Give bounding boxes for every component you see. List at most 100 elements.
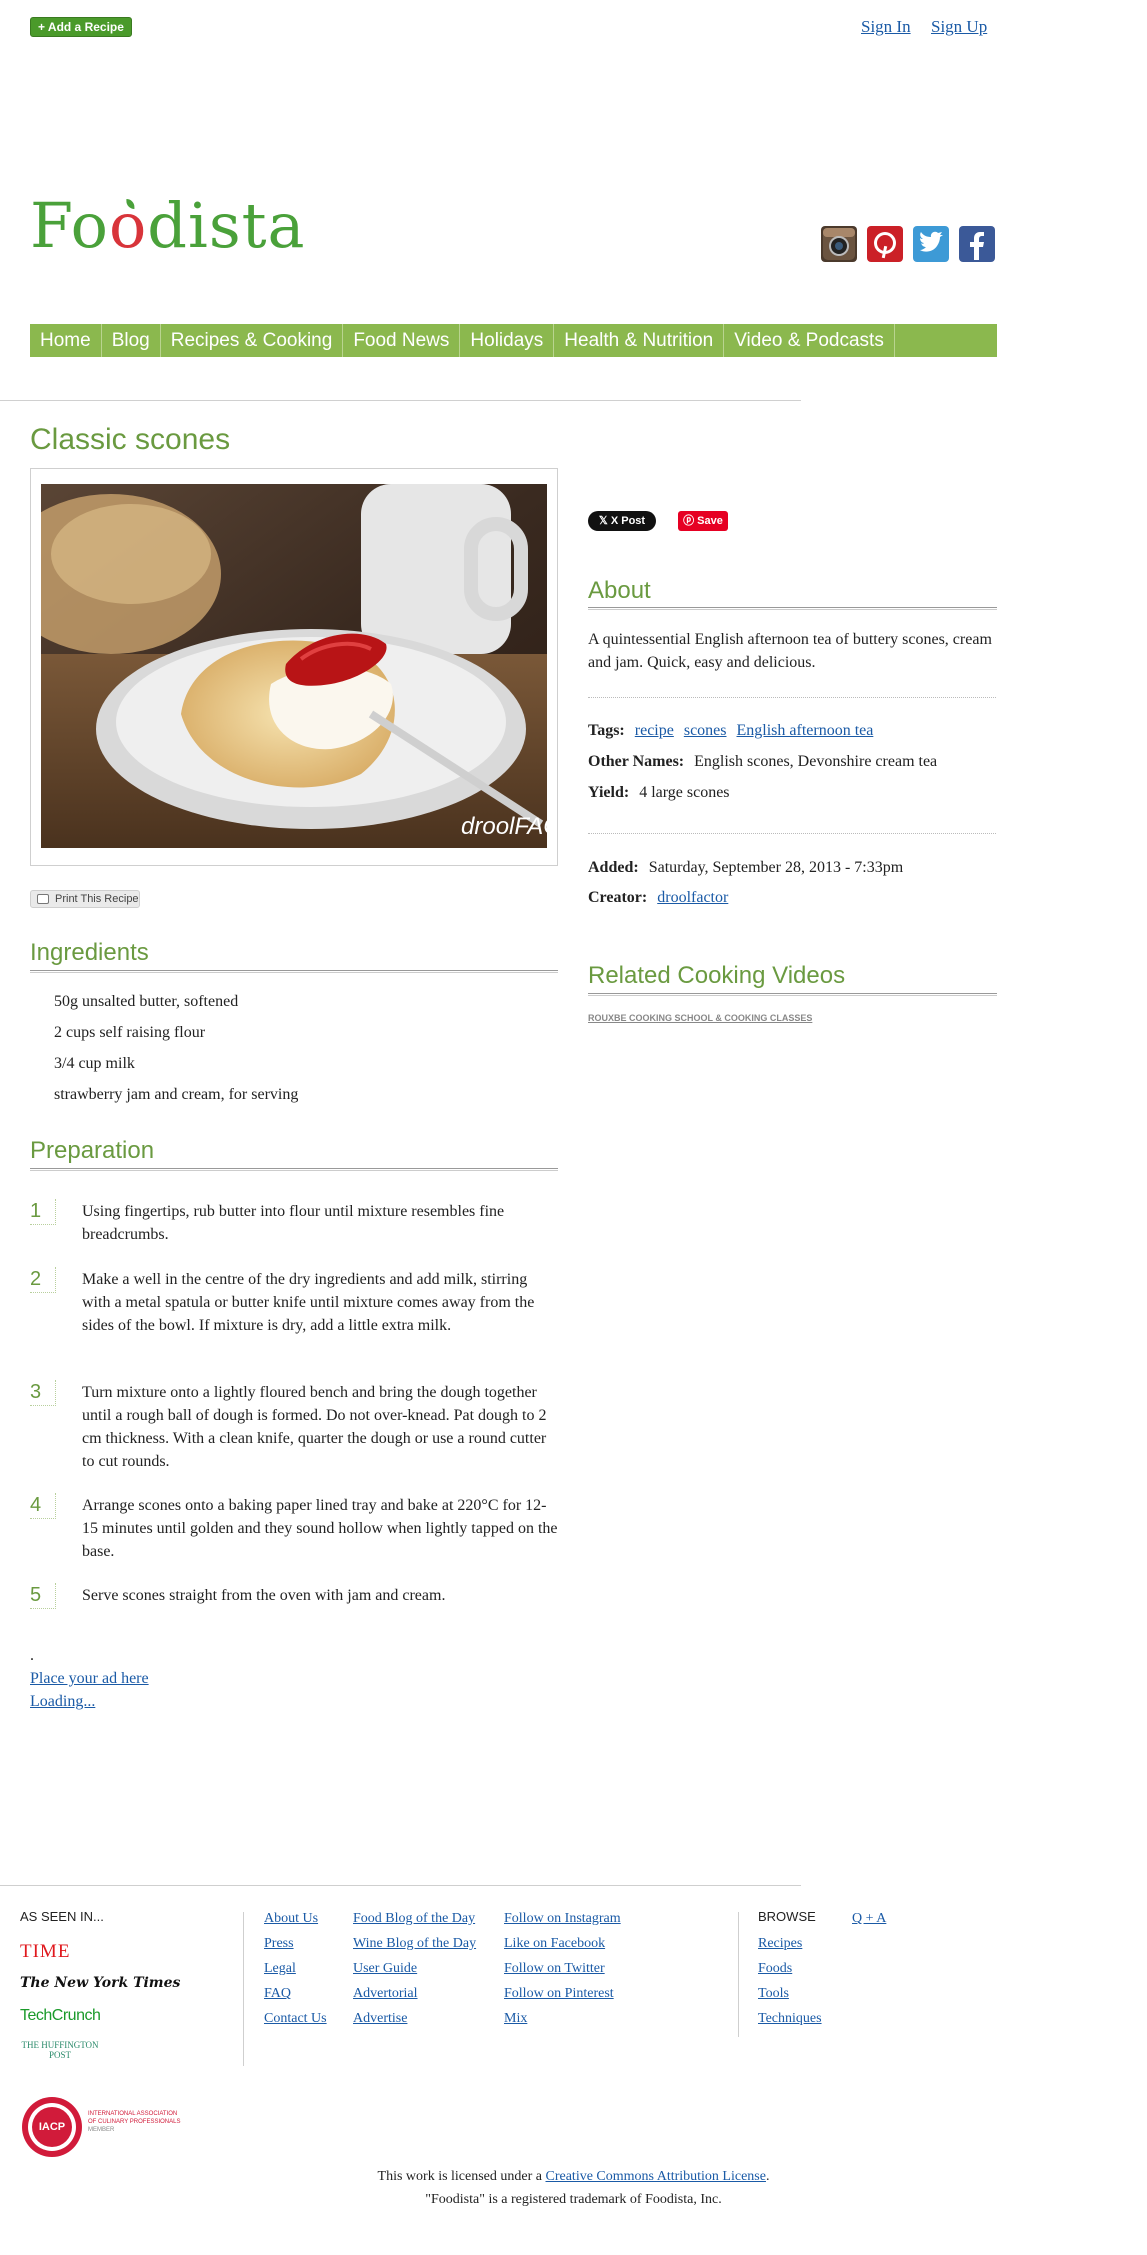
sign-up-link[interactable]: Sign Up [931,17,987,37]
ingredients-rule [30,970,558,973]
footer-link-about-us[interactable]: About Us [264,1911,318,1927]
footer-link-pinterest[interactable]: Follow on Pinterest [504,1986,614,2002]
nyt-logo: The New York Times [20,1975,181,1991]
time-logo: TIME [20,1941,71,1962]
related-videos-heading: Related Cooking Videos [588,962,846,989]
ingredient-item: 2 cups self raising flour [54,1024,206,1041]
logo-text-start: Fo [30,189,109,262]
footer-link-legal[interactable]: Legal [264,1961,296,1977]
browse-link-techniques[interactable]: Techniques [758,2011,822,2027]
footer-link-food-blog[interactable]: Food Blog of the Day [353,1911,475,1927]
yield-value: 4 large scones [639,784,730,801]
pinterest-icon[interactable] [867,226,903,262]
recipe-photo-frame: droolFACT [30,468,558,866]
step-text: Turn mixture onto a lightly floured benc… [82,1384,547,1470]
footer-separator-left [243,1912,244,2066]
recipe-title: Classic scones [30,423,231,456]
footer-link-faq[interactable]: FAQ [264,1986,291,2002]
yield-label: Yield: [588,784,630,801]
step-text: Using fingertips, rub butter into flour … [82,1203,505,1243]
tag-english-afternoon-tea[interactable]: English afternoon tea [737,722,874,739]
footer-link-facebook[interactable]: Like on Facebook [504,1936,605,1952]
as-seen-in-label: AS SEEN IN... [20,1909,104,1924]
nav-health-nutrition[interactable]: Health & Nutrition [554,324,725,357]
nav-video-podcasts[interactable]: Video & Podcasts [724,324,895,357]
techcrunch-logo: TechCrunch [20,2007,101,2024]
step-text: Serve scones straight from the oven with… [82,1587,446,1604]
tags-row: Tags: recipe scones English afternoon te… [588,722,873,740]
print-recipe-button[interactable]: Print This Recipe [30,890,140,908]
creator-link[interactable]: droolfactor [657,889,728,906]
logo-apple-o: o [108,189,148,262]
yield-row: Yield: 4 large scones [588,784,730,802]
step-number: 3 [30,1380,56,1406]
twitter-icon[interactable] [913,226,949,262]
footer-link-qa[interactable]: Q + A [852,1911,886,1927]
footer-link-twitter[interactable]: Follow on Twitter [504,1961,605,1977]
add-recipe-button[interactable]: + Add a Recipe [30,17,132,37]
logo-text-end: dista [147,189,306,262]
nav-blog[interactable]: Blog [102,324,161,357]
pin-icon: ⓟ [683,515,695,527]
browse-link-recipes[interactable]: Recipes [758,1936,802,1952]
iacp-badge[interactable]: IACP [22,2097,82,2157]
footer-link-instagram[interactable]: Follow on Instagram [504,1911,621,1927]
instagram-icon[interactable] [821,226,857,262]
browse-link-tools[interactable]: Tools [758,1986,789,2002]
ad-dot: . [30,1647,34,1664]
header-divider [0,400,801,401]
tag-recipe[interactable]: recipe [635,722,674,739]
nav-recipes-cooking[interactable]: Recipes & Cooking [161,324,344,357]
footer-link-user-guide[interactable]: User Guide [353,1961,417,1977]
nav-holidays[interactable]: Holidays [460,324,555,357]
ingredient-item: 3/4 cup milk [54,1055,135,1072]
step-number: 1 [30,1199,56,1225]
creator-row: Creator: droolfactor [588,889,728,907]
place-ad-link[interactable]: Place your ad here [30,1670,149,1688]
footer-link-mix[interactable]: Mix [504,2011,527,2027]
license-link[interactable]: Creative Commons Attribution License [546,2169,766,2184]
footer-divider [0,1885,801,1886]
about-text: A quintessential English afternoon tea o… [588,631,992,671]
x-icon: 𝕏 [598,515,608,527]
sign-in-link[interactable]: Sign In [861,17,911,37]
footer-link-wine-blog[interactable]: Wine Blog of the Day [353,1936,476,1952]
huffington-post-logo: THE HUFFINGTON POST [21,2040,99,2060]
ingredients-heading: Ingredients [30,939,149,966]
footer-link-contact-us[interactable]: Contact Us [264,2011,327,2027]
x-post-button[interactable]: 𝕏 X Post [588,511,656,531]
facebook-icon[interactable] [959,226,995,262]
step-text: Make a well in the centre of the dry ing… [82,1271,535,1334]
footer-link-press[interactable]: Press [264,1936,294,1952]
recipe-photo[interactable]: droolFACT [41,484,547,848]
iacp-label: IACP [32,2107,72,2147]
preparation-heading: Preparation [30,1137,155,1164]
browse-label: BROWSE [758,1909,816,1924]
nav-home[interactable]: Home [30,324,102,357]
nav-food-news[interactable]: Food News [343,324,461,357]
step-text: Arrange scones onto a baking paper lined… [82,1497,558,1560]
added-row: Added: Saturday, September 28, 2013 - 7:… [588,859,903,877]
other-names-row: Other Names: English scones, Devonshire … [588,753,937,771]
step-number: 2 [30,1267,56,1293]
loading-link[interactable]: Loading... [30,1693,95,1711]
creator-label: Creator: [588,889,648,906]
main-nav: Home Blog Recipes & Cooking Food News Ho… [30,324,997,357]
about-rule [588,607,997,610]
tag-scones[interactable]: scones [684,722,727,739]
preparation-rule [30,1168,558,1171]
browse-link-foods[interactable]: Foods [758,1961,792,1977]
footer-link-advertise[interactable]: Advertise [353,2011,407,2027]
step-number: 5 [30,1583,56,1609]
step-number: 4 [30,1493,56,1519]
added-value: Saturday, September 28, 2013 - 7:33pm [648,859,904,876]
foodista-logo[interactable]: Foo dista [30,190,306,262]
about-divider [588,697,996,698]
footer-link-advertorial[interactable]: Advertorial [353,1986,418,2002]
trademark-line: "Foodista" is a registered trademark of … [425,2192,722,2207]
meta-divider [588,833,996,834]
rouxbe-link[interactable]: ROUXBE COOKING SCHOOL & COOKING CLASSES [588,1013,812,1023]
ingredient-item: strawberry jam and cream, for serving [54,1086,299,1103]
pinterest-save-button[interactable]: ⓟ Save [678,511,728,531]
license-line: This work is licensed under a Creative C… [377,2169,770,2184]
